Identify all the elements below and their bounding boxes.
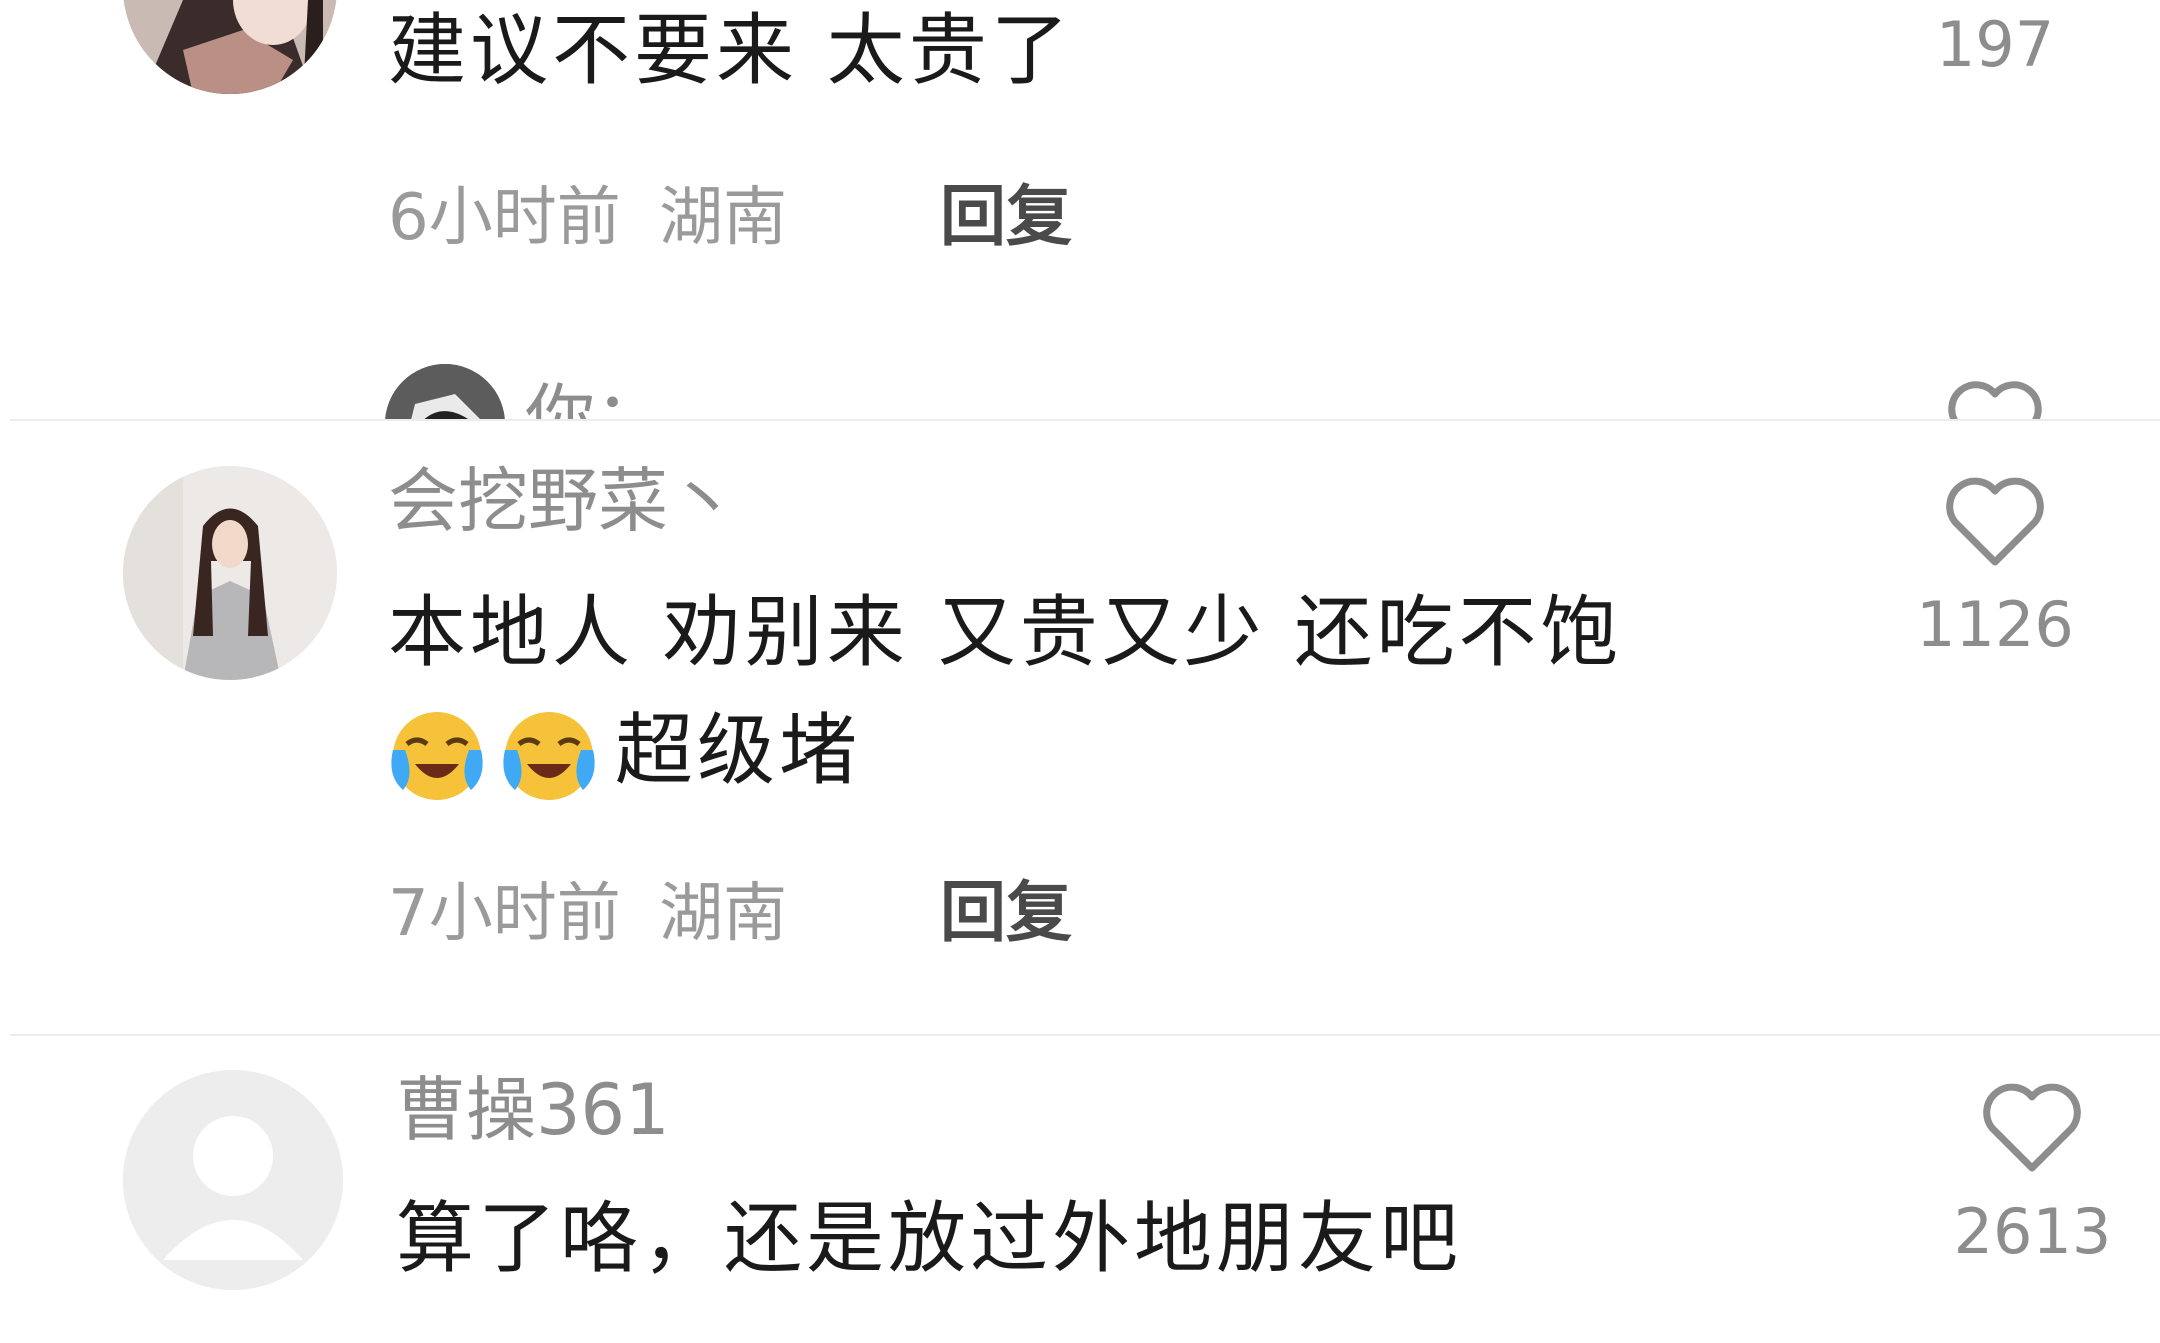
loudly-crying-face-icon <box>385 706 489 806</box>
comment-username[interactable]: 会挖野菜丶 <box>388 466 738 536</box>
comment-text-line-1: 本地人 劝别来 又贵又少 还吃不饱 <box>388 588 1623 678</box>
comment-divider <box>10 1034 2160 1036</box>
like-count: 197 <box>1935 8 2055 81</box>
reply-button[interactable]: 回复 <box>940 880 1072 946</box>
comment-location: 湖南 <box>659 181 788 255</box>
comment-divider <box>10 419 2160 421</box>
comment-text: 建议不要来 太贵了 <box>388 6 1073 96</box>
like-count: 2613 <box>1953 1195 2112 1268</box>
like-button[interactable] <box>1943 474 2047 568</box>
loudly-crying-face-icon <box>497 706 601 806</box>
avatar[interactable] <box>123 0 337 94</box>
avatar[interactable] <box>123 466 337 680</box>
comment-location: 湖南 <box>659 877 788 951</box>
comment-time: 6小时前 湖南 <box>388 186 787 250</box>
comment-time: 7小时前 湖南 <box>388 882 787 946</box>
avatar[interactable] <box>385 364 505 420</box>
like-button[interactable] <box>1945 378 2045 420</box>
comment-username[interactable]: 曹操361 <box>396 1075 670 1145</box>
comment-time-ago: 7小时前 <box>388 877 621 951</box>
like-button[interactable] <box>1980 1080 2084 1174</box>
comment-time-ago: 6小时前 <box>388 181 621 255</box>
sub-reply-row: 你： <box>0 340 2160 420</box>
heart-icon <box>1948 381 2042 420</box>
comment-text-line-2-text: 超级堵 <box>615 706 862 796</box>
sub-reply-username: 你： <box>525 376 665 420</box>
like-count: 1126 <box>1916 588 2074 661</box>
reply-button[interactable]: 回复 <box>940 184 1072 250</box>
heart-icon <box>1946 477 2044 566</box>
comment-text: 算了咯，还是放过外地朋友吧 <box>396 1194 1463 1284</box>
avatar[interactable] <box>123 1070 343 1290</box>
heart-icon <box>1983 1083 2081 1172</box>
